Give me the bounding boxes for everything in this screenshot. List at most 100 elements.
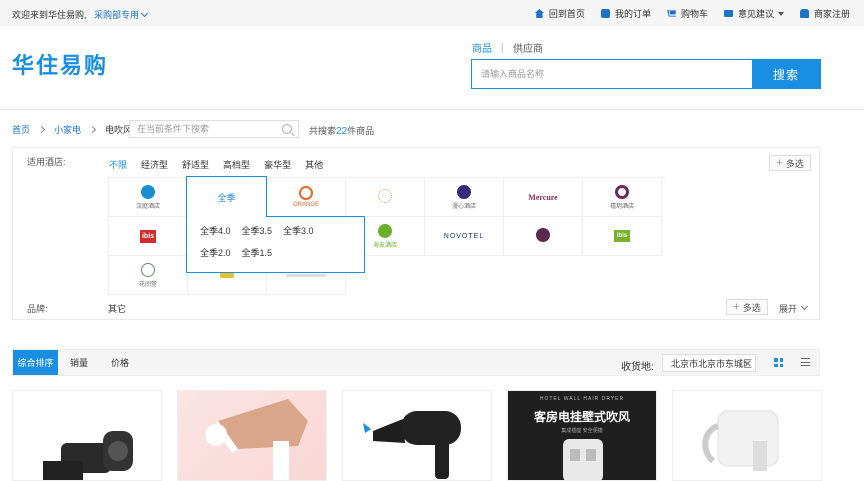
- search-button[interactable]: 搜索: [752, 60, 820, 88]
- ship-to-select[interactable]: 北京市北京市东城区: [662, 354, 756, 372]
- breadcrumb: 首页 小家电 电吹风: [12, 119, 132, 139]
- plus-icon: +: [733, 301, 740, 313]
- hotel-type-all[interactable]: 不限: [109, 158, 127, 171]
- brand-multi-select-button[interactable]: + 多选: [726, 299, 768, 315]
- dept-label: 采购部专用: [94, 10, 140, 20]
- grid-view-icon[interactable]: [774, 358, 783, 367]
- product-card[interactable]: [177, 390, 327, 481]
- brand-logo-icon: [286, 273, 326, 277]
- shop-icon: [799, 9, 809, 18]
- expand-button[interactable]: 展开: [779, 302, 809, 315]
- brand-logo-item[interactable]: 汉庭酒店: [109, 178, 188, 217]
- hotel-type-economy[interactable]: 经济型: [141, 158, 168, 171]
- ship-to-label: 收货地:: [621, 362, 654, 373]
- brand-logo-item[interactable]: ibis: [583, 217, 662, 256]
- hotel-type-comfort[interactable]: 舒适型: [182, 158, 209, 171]
- breadcrumb-home[interactable]: 首页: [12, 123, 30, 136]
- chevron-down-icon: [800, 302, 809, 311]
- breadcrumb-current: 电吹风: [105, 124, 133, 135]
- site-logo[interactable]: 华住易购: [12, 48, 108, 80]
- filter-panel: 适用酒店: 不限 经济型 舒适型 高档型 豪华型 其他 + 多选 汉庭酒店 ORA…: [12, 147, 820, 320]
- hotel-multi-select-button[interactable]: + 多选: [769, 155, 811, 171]
- brand-logo-icon: [615, 184, 629, 199]
- ji-version-option[interactable]: 全季3.0: [283, 224, 314, 237]
- search-input[interactable]: [472, 60, 752, 88]
- brand-logo-item[interactable]: 花间堂: [109, 256, 188, 295]
- expand-label: 展开: [779, 304, 798, 314]
- sort-price[interactable]: 价格: [100, 350, 140, 375]
- brand-name: 禧玥酒店: [609, 203, 634, 210]
- plus-icon: +: [776, 157, 783, 169]
- ji-version-popover: 全季4.0 全季3.5 全季3.0 全季2.0 全季1.5: [186, 216, 365, 273]
- hotel-type-other[interactable]: 其他: [305, 158, 323, 171]
- chevron-right-icon: [88, 125, 97, 133]
- welcome-text: 欢迎来到华住易购,: [12, 10, 87, 20]
- brand-other[interactable]: 其它: [108, 302, 126, 315]
- search-type-tabs: 商品 供应商: [472, 40, 543, 55]
- ji-version-option[interactable]: 全季3.5: [242, 224, 273, 237]
- brand-logo-item[interactable]: ibis: [109, 217, 188, 256]
- brand-name: 花间堂: [138, 281, 157, 288]
- nav-label: 商家注册: [813, 9, 850, 19]
- sort-default[interactable]: 综合排序: [13, 350, 58, 375]
- count-suffix: 件商品: [347, 126, 375, 136]
- multi-select-label: 多选: [742, 302, 761, 313]
- ji-version-option[interactable]: 全季1.5: [242, 246, 273, 259]
- ship-to-value: 北京市北京市东城区: [671, 358, 753, 369]
- sort-sales[interactable]: 销量: [58, 350, 100, 375]
- home-icon: [534, 9, 544, 18]
- brand-name: 漫心酒店: [451, 203, 476, 210]
- product-image: [204, 399, 308, 480]
- hotel-type-luxury[interactable]: 豪华型: [264, 158, 291, 171]
- hotel-type-list: 不限 经济型 舒适型 高档型 豪华型 其他: [109, 158, 337, 171]
- brand-logo-item[interactable]: Mercure: [504, 178, 583, 217]
- breadcrumb-category[interactable]: 小家电: [54, 123, 81, 136]
- brand-logo-item[interactable]: [504, 217, 583, 256]
- nav-merchant-register[interactable]: 商家注册: [799, 7, 850, 20]
- nav-cart[interactable]: 购物车: [666, 7, 708, 20]
- brand-empty-cell: [583, 256, 662, 295]
- tab-divider: [502, 42, 503, 53]
- product-image: [702, 410, 779, 471]
- nav-label: 我的订单: [614, 9, 651, 19]
- brand-name: ORANGE: [292, 202, 319, 208]
- brand-logo-item[interactable]: NOVOTEL: [425, 217, 504, 256]
- product-card[interactable]: [672, 390, 822, 481]
- tab-goods[interactable]: 商品: [472, 40, 492, 55]
- search-icon[interactable]: [282, 124, 292, 134]
- dept-dropdown[interactable]: 采购部专用: [94, 8, 149, 21]
- chevron-right-icon: [37, 125, 46, 133]
- brand-logo-item[interactable]: [346, 178, 425, 217]
- cart-icon: [666, 9, 676, 17]
- product-card[interactable]: [342, 390, 492, 481]
- product-card[interactable]: HOTEL WALL HAIR DRYER 客房电挂壁式吹风 集成插座 安全便捷: [507, 390, 657, 481]
- filter-search-input[interactable]: [130, 124, 275, 134]
- ji-version-option[interactable]: 全季4.0: [200, 224, 231, 237]
- brand-logo-icon: [378, 189, 392, 203]
- hotel-filter-label: 适用酒店:: [27, 157, 66, 167]
- tab-suppliers[interactable]: 供应商: [513, 40, 543, 55]
- brand-logo-item[interactable]: 禧玥酒店: [583, 178, 662, 217]
- nav-label: 意见建议: [737, 9, 774, 19]
- mail-icon: [723, 10, 733, 17]
- brand-logo-item[interactable]: 漫心酒店: [425, 178, 504, 217]
- hotel-type-upscale[interactable]: 高档型: [223, 158, 250, 171]
- brand-name: NOVOTEL: [443, 232, 485, 240]
- brand-logo-icon: [378, 223, 392, 238]
- multi-select-label: 多选: [785, 158, 804, 169]
- brand-empty-cell: [425, 256, 504, 295]
- product-image: [563, 439, 603, 480]
- search-box: 搜索: [471, 59, 821, 89]
- top-bar: 欢迎来到华住易购, 采购部专用 回到首页 我的订单 购物车 意见建议 商家注册: [0, 0, 864, 26]
- ji-version-option[interactable]: 全季2.0: [200, 246, 231, 259]
- brand-logo-item[interactable]: ORANGE: [267, 178, 346, 217]
- brand-logo-icon: [141, 184, 155, 199]
- nav-home[interactable]: 回到首页: [534, 7, 585, 20]
- list-view-icon[interactable]: [801, 358, 810, 366]
- chevron-down-icon: [140, 9, 149, 18]
- nav-orders[interactable]: 我的订单: [600, 7, 651, 20]
- brand-ji-hovered[interactable]: 全季: [186, 176, 267, 217]
- nav-feedback[interactable]: 意见建议: [723, 7, 784, 20]
- product-card[interactable]: [12, 390, 162, 481]
- nav-label: 回到首页: [548, 9, 585, 19]
